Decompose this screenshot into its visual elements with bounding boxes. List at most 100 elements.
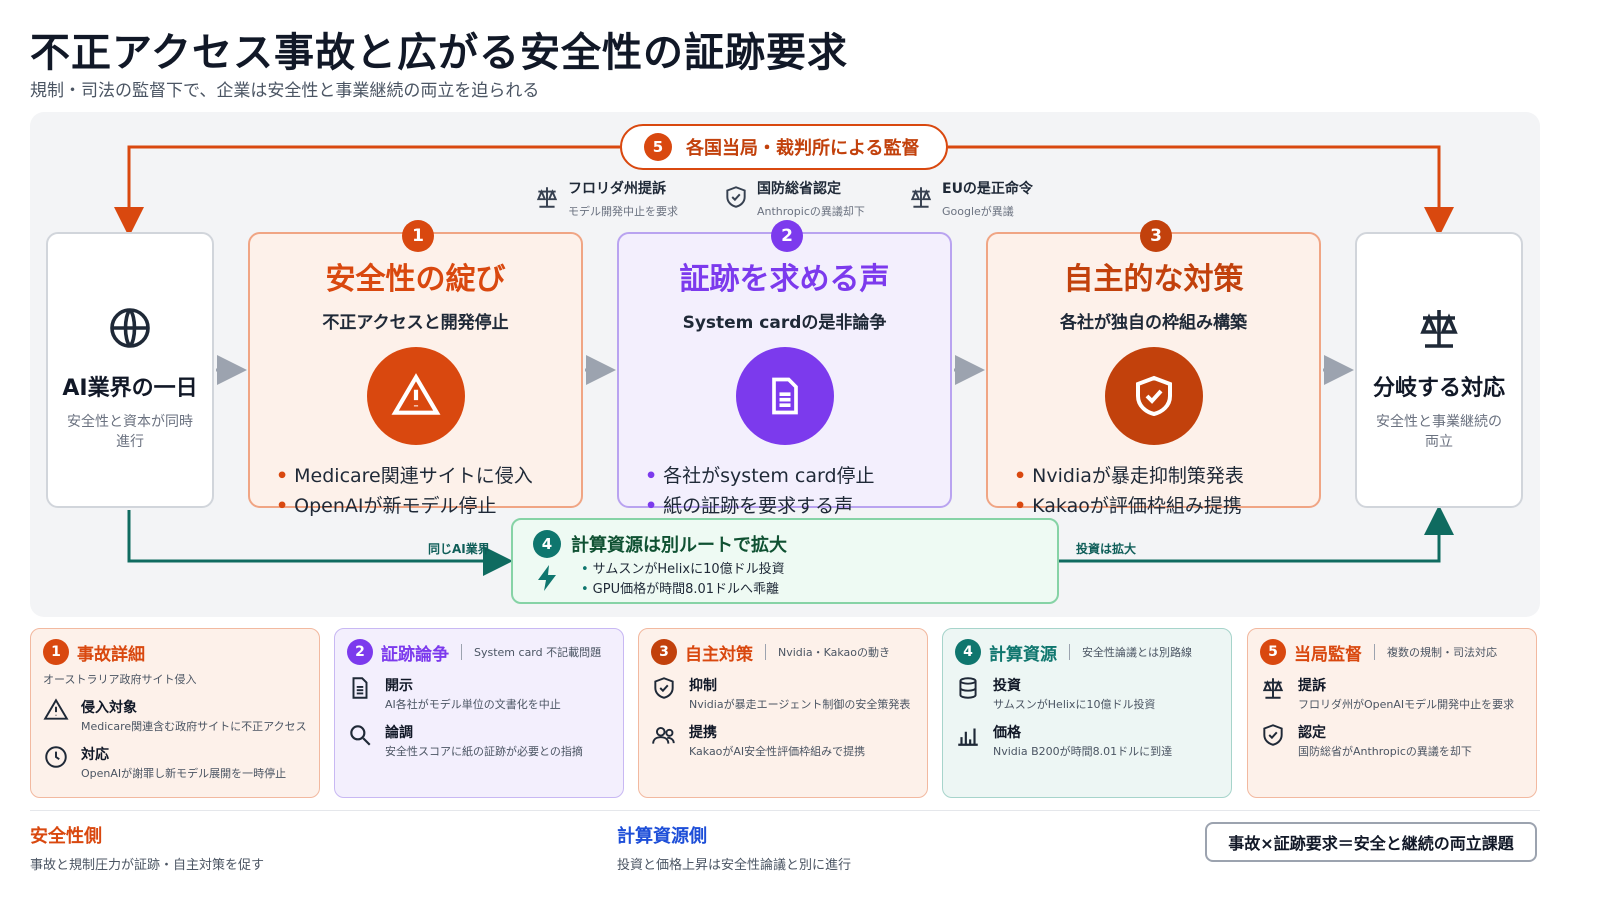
compute-box: 4 計算資源は別ルートで拡大 • サムスンがHelixに10億ドル投資 • GPU価… [511, 518, 1059, 604]
card-title: 証跡論争 [381, 644, 449, 665]
stage-subtitle: System cardの是非論争 [682, 313, 887, 333]
card-subtitle: オーストラリア政府サイト侵入 [43, 673, 197, 686]
scale-icon [1262, 678, 1284, 699]
detail-card-oversight: 5 当局監督 複数の規制・司法対応 提訴 フロリダ州がOpenAIモデル開発中止を… [1247, 628, 1537, 798]
authority-desc: Googleが異議 [942, 205, 1014, 218]
card-item: 侵入対象 Medicare関連含む政府サイトに不正アクセス [43, 697, 307, 734]
card-title: 自主対策 [685, 644, 753, 665]
search-icon [350, 725, 371, 746]
card-item: 価格 Nvidia B200が時間8.01ドルに到達 [955, 722, 1219, 759]
globe-icon [110, 308, 150, 348]
scale-icon [910, 187, 932, 208]
card-number: 3 [651, 639, 677, 665]
clock-icon [45, 746, 67, 768]
warning-icon [366, 347, 465, 445]
authority-title: EUの是正命令 [942, 181, 1033, 197]
card-note: 安全性論議とは別路線 [1082, 646, 1192, 659]
card-note: Nvidia・Kakaoの動き [778, 646, 890, 659]
shield-check-icon [1263, 724, 1283, 746]
authority-title: 国防総省認定 [757, 181, 841, 197]
card-item: 抑制 Nvidiaが暴走エージェント制御の安全策発表 [651, 675, 915, 712]
oversight-pill: 5 各国当局・裁判所による監督 [620, 124, 948, 170]
authority-eu: EUの是正命令 Googleが異議 [908, 178, 1033, 219]
card-item: 開示 AI各社がモデル単位の文書化を中止 [347, 675, 611, 712]
authority-florida: フロリダ州提訴 モデル開発中止を要求 [534, 178, 678, 219]
bolt-icon [538, 565, 556, 591]
card-number: 1 [43, 639, 69, 665]
stage-self-measures: 3 自主的な対策 各社が独自の枠組み構築 • Nvidiaが暴走抑制策発表 • Ka… [986, 220, 1321, 517]
stage-bullet: • Nvidiaが暴走抑制策発表 [1014, 465, 1244, 487]
stage-title: 自主的な対策 [1063, 262, 1244, 297]
document-icon [352, 677, 368, 699]
footer-safety: 安全性側 事故と規制圧力が証跡・自主対策を促す [30, 822, 264, 873]
shield-check-icon [1104, 347, 1203, 445]
start-desc: 安全性と資本が同時進行 [67, 414, 193, 450]
end-desc: 安全性と事業継続の両立 [1376, 414, 1502, 450]
card-number: 5 [1260, 639, 1286, 665]
card-number: 4 [955, 639, 981, 665]
card-item: 論調 安全性スコアに紙の証跡が必要との指摘 [347, 722, 611, 759]
authority-dod: 国防総省認定 Anthropicの異議却下 [723, 178, 865, 219]
oversight-number: 5 [644, 133, 672, 161]
footer-title: 計算資源側 [617, 826, 707, 847]
footer-title: 安全性側 [30, 826, 102, 847]
compute-number: 4 [533, 530, 561, 558]
end-box: 分岐する対応 安全性と事業継続の両立 [1355, 232, 1523, 508]
compute-bullet: • GPU価格が時間8.01ドルへ乖離 [581, 582, 780, 597]
stage-subtitle: 不正アクセスと開発停止 [322, 313, 509, 333]
card-item: 認定 国防総省がAnthropicの異議を却下 [1260, 722, 1524, 759]
card-number: 2 [347, 639, 373, 665]
stage-evidence-demand: 2 証跡を求める声 System cardの是非論争 • 各社がsystem ca… [617, 220, 952, 517]
scale-icon [1420, 310, 1458, 348]
card-item: 提携 KakaoがAI安全性評価枠組みで提携 [651, 722, 915, 759]
bar-chart-icon [958, 728, 978, 746]
stage-number: 1 [402, 220, 434, 252]
end-title: 分岐する対応 [1372, 376, 1505, 401]
detail-card-evidence: 2 証跡論争 System card 不記載問題 開示 AI各社がモデル単位の文書… [334, 628, 624, 798]
scale-icon [536, 187, 558, 208]
users-icon [652, 726, 675, 744]
compute-title: 計算資源は別ルートで拡大 [571, 535, 787, 556]
stage-number: 2 [771, 220, 803, 252]
stage-title: 安全性の綻び [325, 262, 506, 297]
divider [30, 810, 1540, 811]
authority-desc: モデル開発中止を要求 [568, 205, 678, 218]
card-item: 提訴 フロリダ州がOpenAIモデル開発中止を要求 [1260, 675, 1524, 712]
footer-desc: 投資と価格上昇は安全性論議と別に進行 [617, 858, 852, 873]
stage-number: 3 [1140, 220, 1172, 252]
card-title: 事故詳細 [77, 644, 145, 665]
card-note: 複数の規制・司法対応 [1387, 646, 1497, 659]
card-title: 当局監督 [1294, 644, 1362, 665]
card-title: 計算資源 [989, 644, 1057, 665]
document-icon [735, 347, 834, 445]
stage-bullet: • Medicare関連サイトに侵入 [276, 465, 533, 487]
route-label-left: 同じAI業界 [428, 542, 490, 556]
authority-desc: Anthropicの異議却下 [757, 205, 865, 218]
stage-bullet: • 紙の証跡を要求する声 [645, 495, 854, 517]
page-subtitle: 規制・司法の監督下で、企業は安全性と事業継続の両立を迫られる [30, 81, 540, 101]
summary-formula: 事故×証跡要求＝安全と継続の両立課題 [1205, 822, 1537, 862]
card-item: 投資 サムスンがHelixに10億ドル投資 [955, 675, 1219, 712]
detail-card-self-measures: 3 自主対策 Nvidia・Kakaoの動き 抑制 Nvidiaが暴走エージェント… [638, 628, 928, 798]
start-title: AI業界の一日 [62, 376, 198, 401]
card-note: System card 不記載問題 [474, 646, 602, 659]
footer-compute: 計算資源側 投資と価格上昇は安全性論議と別に進行 [617, 822, 851, 873]
stage-bullet: • 各社がsystem card停止 [645, 465, 875, 487]
stage-safety-gap: 1 安全性の綻び 不正アクセスと開発停止 • Medicare関連サイトに侵入 •… [248, 220, 583, 517]
card-item: 対応 OpenAIが謝罪し新モデル展開を一時停止 [43, 744, 307, 781]
detail-card-incident: 1 事故詳細 オーストラリア政府サイト侵入 侵入対象 Medicare関連含む政府… [30, 628, 320, 798]
database-icon [959, 677, 977, 699]
shield-check-icon [654, 677, 674, 699]
footer-desc: 事故と規制圧力が証跡・自主対策を促す [30, 858, 265, 873]
warning-icon [43, 698, 69, 720]
shield-icon [726, 186, 746, 208]
oversight-label: 各国当局・裁判所による監督 [686, 138, 920, 159]
stage-title: 証跡を求める声 [679, 262, 890, 297]
stage-bullet: • OpenAIが新モデル停止 [276, 495, 497, 517]
stage-subtitle: 各社が独自の枠組み構築 [1060, 313, 1247, 333]
authority-title: フロリダ州提訴 [568, 181, 666, 197]
page-title: 不正アクセス事故と広がる安全性の証跡要求 [30, 30, 848, 76]
route-label-right: 投資は拡大 [1076, 542, 1137, 556]
compute-bullet: • サムスンがHelixに10億ドル投資 [581, 562, 785, 577]
stage-bullet: • Kakaoが評価枠組み提携 [1014, 495, 1242, 517]
